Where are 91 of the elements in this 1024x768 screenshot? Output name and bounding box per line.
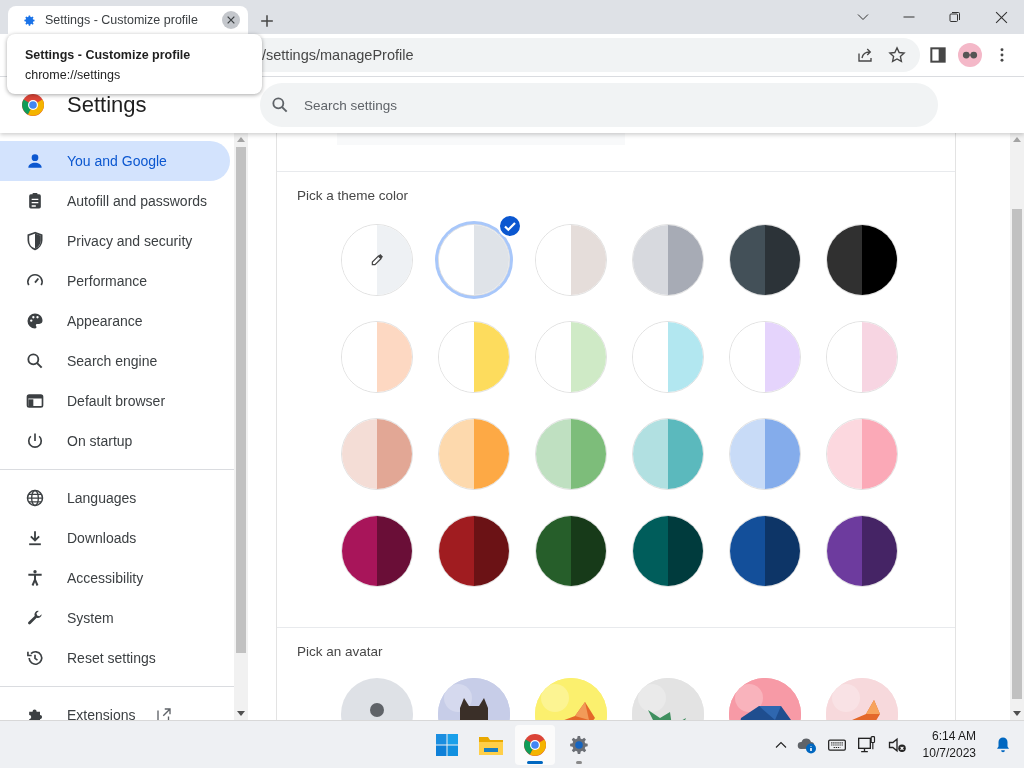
globe-icon (25, 488, 45, 508)
notifications-button[interactable] (994, 735, 1012, 754)
scroll-up-arrow-icon[interactable] (237, 137, 245, 142)
side-panel-icon (930, 47, 946, 63)
new-tab-button[interactable] (260, 14, 274, 28)
accessibility-icon (25, 568, 45, 588)
theme-color-swatch[interactable] (535, 321, 607, 393)
history-icon (25, 648, 45, 668)
taskbar-app-button[interactable] (515, 724, 555, 765)
section-title: Pick an avatar (297, 643, 384, 661)
share-button[interactable] (856, 46, 874, 64)
clock[interactable]: 6:14 AM 10/7/2023 (922, 727, 976, 762)
side-panel-button[interactable] (930, 47, 946, 63)
theme-color-swatch[interactable] (438, 515, 510, 587)
sidebar-item[interactable]: Appearance (0, 301, 230, 341)
network-icon (856, 734, 877, 755)
close-icon (226, 15, 236, 25)
sidebar-item[interactable]: Default browser (0, 381, 230, 421)
scrollbar-thumb[interactable] (1012, 209, 1022, 699)
close-tab-button[interactable] (222, 11, 240, 29)
sidebar-item[interactable]: Reset settings (0, 638, 230, 678)
bookmark-button[interactable] (888, 46, 906, 64)
theme-color-swatch[interactable] (535, 515, 607, 587)
plus-icon (260, 14, 274, 28)
theme-color-swatch[interactable] (729, 321, 801, 393)
scroll-down-arrow-icon[interactable] (1013, 711, 1021, 716)
sidebar-item[interactable]: Downloads (0, 518, 230, 558)
sidebar-item[interactable]: You and Google (0, 141, 230, 181)
star-icon (888, 46, 906, 64)
sidebar-item[interactable]: Languages (0, 478, 230, 518)
sidebar-item[interactable]: System (0, 598, 230, 638)
profile-button[interactable] (958, 43, 982, 67)
theme-color-swatch[interactable] (826, 224, 898, 296)
share-icon (856, 46, 874, 64)
page-title: Settings (67, 92, 148, 118)
search-field[interactable]: Search settings (260, 83, 938, 127)
sidebar-item[interactable]: Performance (0, 261, 230, 301)
theme-color-swatch[interactable] (632, 418, 704, 490)
profile-name-field[interactable] (337, 133, 625, 145)
theme-color-swatch[interactable] (341, 418, 413, 490)
eyedropper-icon (369, 252, 385, 268)
windows-logo-icon (435, 732, 459, 757)
sidebar-item[interactable]: Accessibility (0, 558, 230, 598)
chevron-down-icon (857, 11, 869, 23)
theme-color-swatch[interactable] (341, 515, 413, 587)
sidebar-item[interactable]: Autofill and passwords (0, 181, 230, 221)
close-icon (994, 10, 1008, 24)
sidebar-item[interactable]: Extensions (0, 695, 230, 720)
shield-icon (25, 231, 45, 251)
theme-color-swatch[interactable] (632, 515, 704, 587)
power-icon (25, 431, 45, 451)
restore-icon (949, 11, 961, 23)
theme-color-swatch[interactable] (438, 224, 510, 296)
section-title: Pick a theme color (297, 187, 410, 205)
theme-color-swatch[interactable] (729, 515, 801, 587)
chrome-icon (523, 732, 547, 757)
sidebar-item[interactable]: On startup (0, 421, 230, 461)
tab-title: Settings - Customize profile (45, 13, 199, 27)
theme-color-swatch[interactable] (438, 418, 510, 490)
search-icon (270, 95, 290, 115)
theme-color-swatch[interactable] (826, 321, 898, 393)
search-icon (25, 351, 45, 371)
theme-color-swatch[interactable] (826, 515, 898, 587)
sidebar-item[interactable]: Search engine (0, 341, 230, 381)
custom-color-button[interactable] (341, 224, 413, 296)
browser-window-icon (25, 391, 45, 411)
scrollbar-thumb[interactable] (236, 147, 246, 653)
gear-icon (22, 12, 37, 28)
theme-color-swatch[interactable] (729, 418, 801, 490)
sidebar-item[interactable]: Privacy and security (0, 221, 230, 261)
person-icon (25, 151, 45, 171)
url-text: /settings/manageProfile (262, 47, 415, 63)
palette-icon (25, 311, 45, 331)
sidebar-scrollbar[interactable] (234, 133, 248, 720)
check-icon (498, 214, 522, 238)
bell-icon (994, 735, 1012, 754)
theme-color-swatch[interactable] (535, 418, 607, 490)
page-scrollbar[interactable] (1010, 133, 1024, 720)
theme-color-swatch[interactable] (632, 224, 704, 296)
network-button[interactable] (856, 734, 877, 755)
theme-color-swatch[interactable] (632, 321, 704, 393)
theme-color-swatch[interactable] (535, 224, 607, 296)
theme-color-swatch[interactable] (341, 321, 413, 393)
theme-color-swatch[interactable] (438, 321, 510, 393)
browser-tab[interactable]: Settings - Customize profile (8, 6, 248, 34)
theme-color-swatch[interactable] (826, 418, 898, 490)
scroll-down-arrow-icon[interactable] (237, 711, 245, 716)
clock-date: 10/7/2023 (922, 744, 976, 762)
clock-time: 6:14 AM (931, 727, 976, 745)
scroll-up-arrow-icon[interactable] (1013, 137, 1021, 142)
theme-color-swatch[interactable] (729, 224, 801, 296)
